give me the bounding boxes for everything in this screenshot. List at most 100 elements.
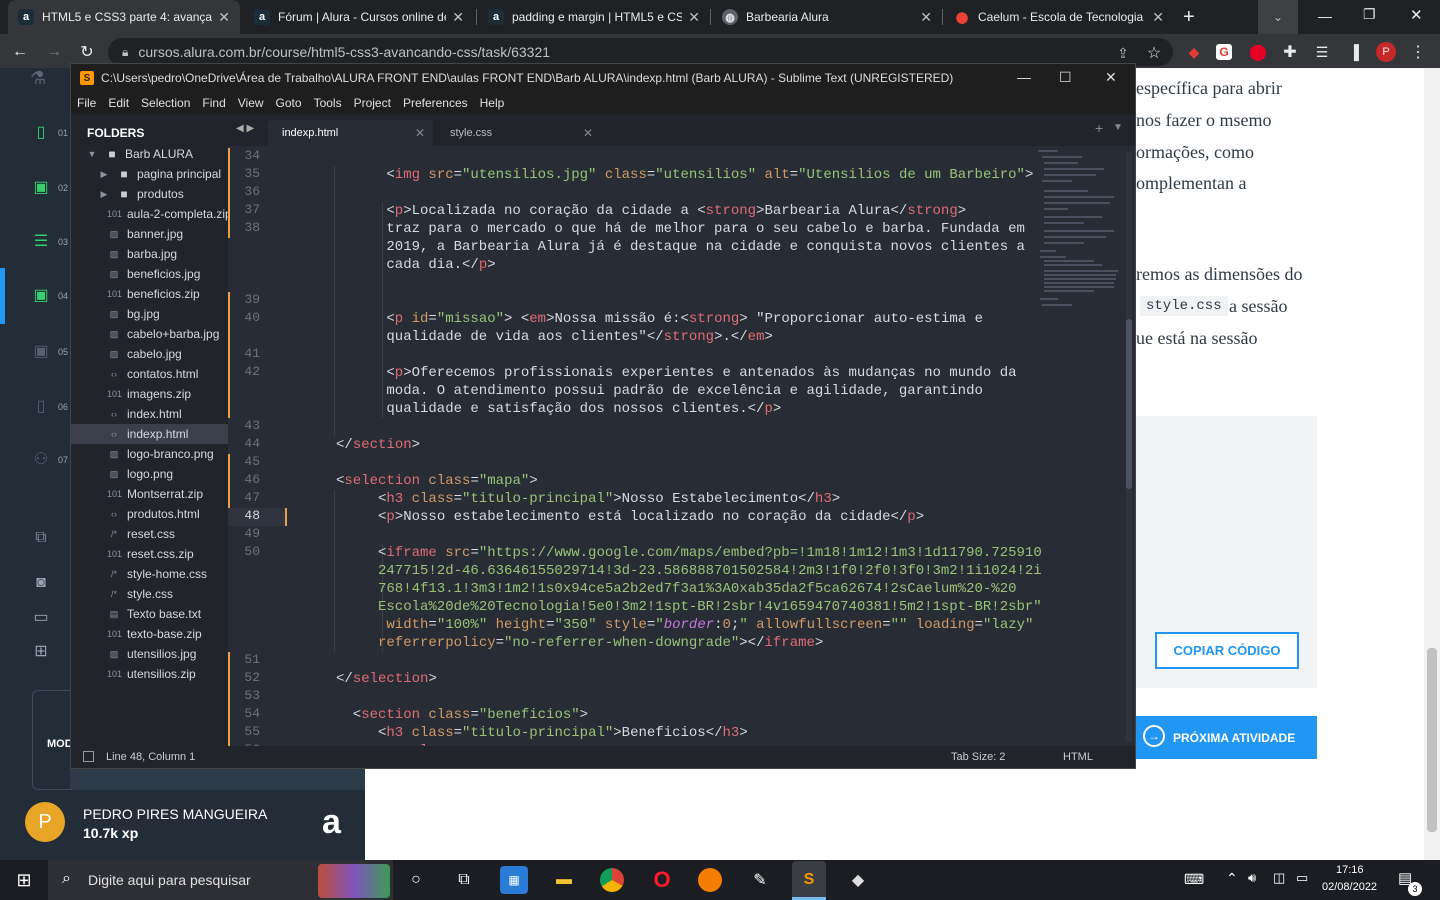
clock-date[interactable]: 02/08/2022 <box>1322 881 1377 893</box>
minimize-icon[interactable]: — <box>1318 8 1332 24</box>
copy-code-button[interactable]: COPIAR CÓDIGO <box>1155 632 1299 669</box>
file-tree-item[interactable]: /* style-home.css <box>71 564 228 584</box>
avatar[interactable]: P <box>25 802 65 842</box>
tab-style[interactable]: style.css ✕ <box>436 120 601 146</box>
close-icon[interactable]: ✕ <box>1152 9 1164 26</box>
file-tree-item[interactable]: ▨ bg.jpg <box>71 304 228 324</box>
syntax-mode[interactable]: HTML <box>1063 751 1093 763</box>
file-tree-item[interactable]: ▨ barba.jpg <box>71 244 228 264</box>
pinterest-icon[interactable]: ⬤ <box>1248 42 1268 62</box>
browser-tab[interactable]: a HTML5 e CSS3 parte 4: avançando ✕ <box>8 0 240 34</box>
clock-time[interactable]: 17:16 <box>1336 864 1364 876</box>
file-tree-item[interactable]: 101 texto-base.zip <box>71 624 228 644</box>
keyboard-icon[interactable]: ⌨ <box>1184 871 1204 888</box>
bookmark-star-icon[interactable]: ☆ <box>1144 43 1164 63</box>
grammarly-icon[interactable]: G <box>1216 44 1232 60</box>
roblox-icon[interactable]: ◆ <box>844 866 872 894</box>
extensions-puzzle-icon[interactable]: ✚ <box>1280 42 1300 62</box>
task-view-icon[interactable]: ⧉ <box>450 866 478 894</box>
profile-avatar[interactable]: P <box>1376 42 1396 62</box>
browser-tab[interactable]: ⬤ Caelum - Escola de Tecnologia - ✕ <box>944 0 1174 34</box>
sublime-taskbar-icon[interactable]: S <box>792 861 826 899</box>
volume-icon[interactable]: 🔊︎ <box>1248 870 1256 886</box>
page-scrollbar-thumb[interactable] <box>1427 648 1437 832</box>
video-icon[interactable]: ▣ <box>30 176 52 198</box>
file-tree-item[interactable]: /* style.css <box>71 584 228 604</box>
maximize-icon[interactable]: ☐ <box>1059 69 1072 86</box>
editor-scrollbar-thumb[interactable] <box>1126 319 1132 489</box>
minimap[interactable] <box>1036 150 1121 310</box>
chat-icon[interactable]: ⧉ <box>30 527 52 549</box>
file-tree-item[interactable]: 101 aula-2-completa.zip <box>71 204 228 224</box>
tab-nav-arrows-icon[interactable]: ◀ ▶ <box>236 123 254 134</box>
cortana-icon[interactable]: ○ <box>402 866 430 894</box>
menu-selection[interactable]: Selection <box>141 96 190 110</box>
search-highlight-image[interactable] <box>318 864 390 898</box>
file-tree-item[interactable]: 101 utensilios.zip <box>71 664 228 684</box>
file-tree-item[interactable]: ▨ logo.png <box>71 464 228 484</box>
forward-icon[interactable]: → <box>44 42 64 62</box>
file-tree-item[interactable]: ‹› contatos.html <box>71 364 228 384</box>
file-tree-item[interactable]: ‹› index.html <box>71 404 228 424</box>
minimize-icon[interactable]: — <box>1017 69 1031 85</box>
code-area[interactable]: <img src="utensilios.jpg" class="utensil… <box>286 146 1126 746</box>
menu-tools[interactable]: Tools <box>314 96 342 110</box>
menu-icon[interactable]: ⋮ <box>1408 42 1428 62</box>
network-icon[interactable]: ▭ <box>1296 870 1308 886</box>
grid-icon[interactable]: ⊞ <box>30 640 52 662</box>
menu-edit[interactable]: Edit <box>108 96 129 110</box>
store-icon[interactable]: ▦ <box>500 866 528 894</box>
forum-icon[interactable]: ▭ <box>30 606 52 628</box>
reading-list-icon[interactable]: ☰ <box>1312 42 1332 62</box>
close-icon[interactable]: ✕ <box>1105 69 1117 86</box>
browser-tab[interactable]: ◍ Barbearia Alura ✕ <box>712 0 942 34</box>
new-tab-button[interactable]: + <box>1183 6 1195 29</box>
flask-icon[interactable]: ⚗ <box>30 68 46 89</box>
panel-toggle-icon[interactable] <box>83 751 94 762</box>
file-tree-item[interactable]: ▨ cabelo.jpg <box>71 344 228 364</box>
file-tree-item[interactable]: ▨ cabelo+barba.jpg <box>71 324 228 344</box>
browser-tab[interactable]: a padding e margin | HTML5 e CSS ✕ <box>478 0 710 34</box>
show-hidden-icons[interactable]: ⌃ <box>1226 870 1238 887</box>
menu-file[interactable]: File <box>77 96 96 110</box>
file-tree-item[interactable]: ▼ ■ Barb ALURA <box>71 144 228 164</box>
side-panel-icon[interactable]: ▐ <box>1344 42 1364 62</box>
vscode-icon[interactable]: ✎ <box>746 866 774 894</box>
menu-find[interactable]: Find <box>202 96 225 110</box>
restore-icon[interactable]: ❐ <box>1363 6 1376 23</box>
file-tree-item[interactable]: ▨ banner.jpg <box>71 224 228 244</box>
windows-start-icon[interactable]: ⊞ <box>10 866 38 894</box>
file-tree-item[interactable]: ▶ ■ produtos <box>71 184 228 204</box>
file-explorer-icon[interactable]: ▬ <box>550 866 578 894</box>
file-tree-item[interactable]: 101 reset.css.zip <box>71 544 228 564</box>
close-icon[interactable]: ✕ <box>583 126 593 140</box>
video-icon[interactable]: ▣ <box>30 284 52 306</box>
file-tree-item[interactable]: ▨ beneficios.jpg <box>71 264 228 284</box>
opera-icon[interactable]: O <box>648 866 676 894</box>
share-icon[interactable]: ⇪ <box>1113 43 1133 63</box>
file-tree-item[interactable]: /* reset.css <box>71 524 228 544</box>
avast-icon[interactable] <box>698 868 722 892</box>
tab-indexp[interactable]: indexp.html ✕ <box>268 120 433 146</box>
menu-goto[interactable]: Goto <box>276 96 302 110</box>
menu-view[interactable]: View <box>238 96 264 110</box>
new-tab-icon[interactable]: + <box>1095 120 1103 136</box>
address-bar[interactable]: 🔒︎ cursos.alura.com.br/course/html5-css3… <box>108 38 1173 66</box>
alura-logo[interactable]: a <box>322 803 341 842</box>
tab-menu-icon[interactable]: ▼ <box>1113 122 1123 133</box>
list-icon[interactable]: ☰ <box>30 230 52 252</box>
people-icon[interactable]: ⚇ <box>30 448 52 470</box>
file-tree-item[interactable]: ▤ Texto base.txt <box>71 604 228 624</box>
file-tree-item[interactable]: 101 Montserrat.zip <box>71 484 228 504</box>
book-icon[interactable]: ▯ <box>30 395 52 417</box>
close-icon[interactable]: ✕ <box>920 9 932 26</box>
file-tree-item[interactable]: ▨ utensilios.jpg <box>71 644 228 664</box>
close-icon[interactable]: ✕ <box>688 9 700 26</box>
close-icon[interactable]: ✕ <box>415 126 425 140</box>
book-icon[interactable]: ▯ <box>30 121 52 143</box>
discord-icon[interactable]: ◙ <box>30 572 52 594</box>
close-icon[interactable]: ✕ <box>218 9 230 26</box>
video-icon[interactable]: ▣ <box>30 340 52 362</box>
menu-project[interactable]: Project <box>354 96 391 110</box>
menu-help[interactable]: Help <box>480 96 505 110</box>
